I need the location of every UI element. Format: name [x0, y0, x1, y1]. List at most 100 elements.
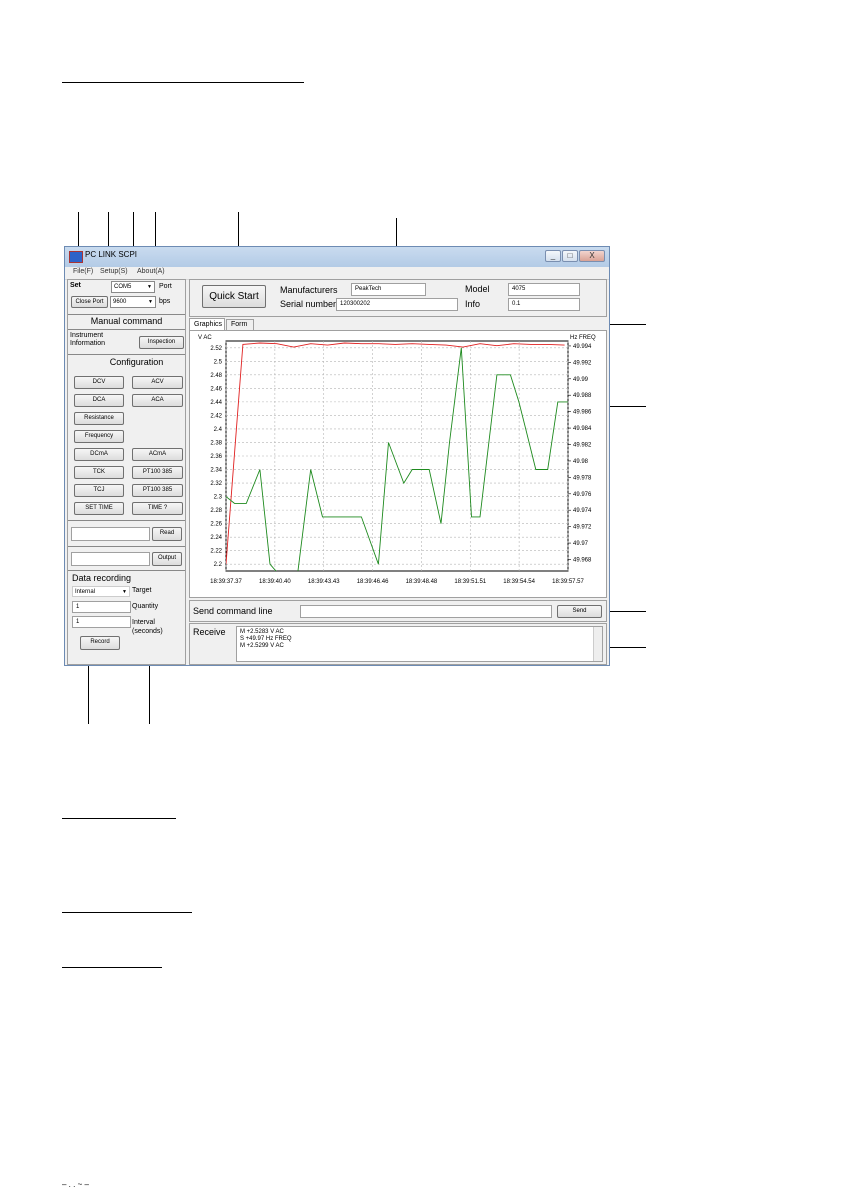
config-button-acv[interactable]: ACV [132, 376, 183, 389]
config-button-dcv[interactable]: DCV [74, 376, 124, 389]
info-value: 0.1 [512, 301, 521, 307]
left-panel: Set COM5 ▼ Port Close Port 9600 ▼ bps Manu… [67, 279, 186, 665]
y2-tick-label: 49.988 [573, 393, 592, 399]
y2-tick-label: 49.992 [573, 360, 592, 366]
info-field[interactable]: 0.1 [508, 298, 580, 311]
config-button-resistance[interactable]: Resistance [74, 412, 124, 425]
divider [68, 546, 185, 547]
menu-about[interactable]: About(A) [137, 268, 165, 275]
y-tick-label: 2.22 [210, 549, 222, 555]
manufacturers-label: Manufacturers [280, 285, 338, 295]
model-field[interactable]: 4075 [508, 283, 580, 296]
manufacturers-field[interactable]: PeakTech [351, 283, 426, 296]
instrument-info-label: Instrument Information [70, 332, 106, 347]
y2-tick-label: 49.98 [573, 459, 589, 465]
y2-tick-label: 49.99 [573, 377, 589, 383]
send-command-input[interactable] [300, 605, 552, 618]
manufacturers-value: PeakTech [355, 286, 382, 292]
set-label: Set [70, 282, 81, 289]
output-button[interactable]: Output [152, 552, 182, 566]
port-label: Port [159, 283, 172, 290]
tab-form-label: Form [231, 321, 248, 328]
y2-tick-label: 49.97 [573, 541, 589, 547]
output-field[interactable] [71, 552, 150, 566]
heading-underline [62, 967, 162, 968]
model-label: Model [465, 284, 490, 294]
x-tick-label: 18:39:51.51 [454, 579, 486, 585]
x-tick-label: 18:39:46.46 [357, 579, 389, 585]
target-value: Internal [75, 589, 96, 595]
y-tick-label: 2.4 [214, 427, 223, 433]
quick-start-button[interactable]: Quick Start [202, 285, 266, 308]
y2-tick-label: 49.978 [573, 475, 592, 481]
x-tick-label: 18:39:57.57 [552, 579, 584, 585]
y-tick-label: 2.36 [210, 454, 222, 460]
close-button[interactable]: X [579, 250, 605, 262]
target-select[interactable]: Internal ▼ [72, 586, 130, 597]
y-tick-label: 2.26 [210, 522, 222, 528]
inspection-button[interactable]: Inspection [139, 336, 184, 349]
heading-underline [62, 82, 304, 83]
send-command-label: Send command line [193, 606, 273, 616]
receive-label: Receive [193, 627, 226, 637]
y-tick-label: 2.5 [214, 359, 223, 365]
scrollbar[interactable] [593, 627, 602, 661]
receive-log[interactable]: M +2.5283 V AC S +49.97 Hz FREQ M +2.529… [236, 626, 603, 662]
menu-file[interactable]: File(F) [73, 268, 93, 275]
y2-tick-label: 49.986 [573, 410, 592, 416]
config-button-pt100-2[interactable]: PT100 385 [132, 484, 183, 497]
app-window: PC LINK SCPI _ □ X File(F) Setup(S) Abou… [64, 246, 610, 666]
record-button[interactable]: Record [80, 636, 120, 650]
read-output-field[interactable] [71, 527, 150, 541]
y-unit-label: V AC [198, 335, 212, 341]
serial-number-value: 120300202 [340, 301, 371, 307]
y2-tick-label: 49.972 [573, 525, 592, 531]
x-tick-label: 18:39:37.37 [210, 579, 242, 585]
interval-value: 1 [76, 619, 80, 625]
chevron-down-icon: ▼ [148, 299, 153, 305]
config-button-time-query[interactable]: TIME ? [132, 502, 183, 515]
quantity-field[interactable]: 1 [72, 601, 131, 613]
interval-field[interactable]: 1 [72, 616, 131, 628]
port-value: COM5 [114, 284, 132, 290]
receive-panel: Receive M +2.5283 V AC S +49.97 Hz FREQ … [189, 623, 607, 665]
configuration-title: Configuration [109, 357, 164, 367]
config-button-pt100-1[interactable]: PT100 385 [132, 466, 183, 479]
config-button-frequency[interactable]: Frequency [74, 430, 124, 443]
y-tick-label: 2.2 [214, 562, 223, 568]
port-select[interactable]: COM5 ▼ [111, 281, 155, 293]
chevron-down-icon: ▼ [122, 589, 127, 595]
window-title: PC LINK SCPI [85, 250, 138, 259]
data-recording-title: Data recording [72, 573, 132, 583]
line-chart: 2.52 2.5 2.48 2.46 2.44 2.42 2.4 2.38 2.36 2.34 2.… [198, 335, 596, 585]
config-button-tck[interactable]: TCK [74, 466, 124, 479]
config-button-tcj[interactable]: TCJ [74, 484, 124, 497]
config-button-aca[interactable]: ACA [132, 394, 183, 407]
maximize-button[interactable]: □ [562, 250, 578, 262]
close-port-button[interactable]: Close Port [71, 296, 108, 308]
config-button-set-time[interactable]: SET TIME [74, 502, 124, 515]
menu-setup[interactable]: Setup(S) [100, 268, 128, 275]
y2-tick-label: 49.994 [573, 344, 592, 350]
read-button[interactable]: Read [152, 527, 182, 541]
quantity-label: Quantity [132, 603, 159, 610]
receive-line: M +2.5283 V AC [240, 629, 284, 635]
config-button-dca[interactable]: DCA [74, 394, 124, 407]
page-footer-text: – . . ~ – [62, 1180, 89, 1189]
send-button[interactable]: Send [557, 605, 602, 618]
x-tick-label: 18:39:48.48 [406, 579, 438, 585]
chart-panel: 2.52 2.5 2.48 2.46 2.44 2.42 2.4 2.38 2.36 2.34 2.… [189, 330, 607, 598]
chevron-down-icon: ▼ [147, 284, 152, 290]
y2-tick-label: 49.968 [573, 558, 592, 564]
config-button-acma[interactable]: ACmA [132, 448, 183, 461]
config-button-dcma[interactable]: DCmA [74, 448, 124, 461]
baud-select[interactable]: 9600 ▼ [110, 296, 156, 308]
minimize-button[interactable]: _ [545, 250, 561, 262]
y2-tick-label: 49.982 [573, 443, 592, 449]
baud-value: 9600 [113, 299, 127, 305]
y-tick-label: 2.24 [210, 535, 222, 541]
model-value: 4075 [512, 286, 526, 292]
serial-number-field[interactable]: 120300202 [336, 298, 458, 311]
y-tick-label: 2.38 [210, 440, 222, 446]
receive-line: S +49.97 Hz FREQ [240, 636, 292, 642]
